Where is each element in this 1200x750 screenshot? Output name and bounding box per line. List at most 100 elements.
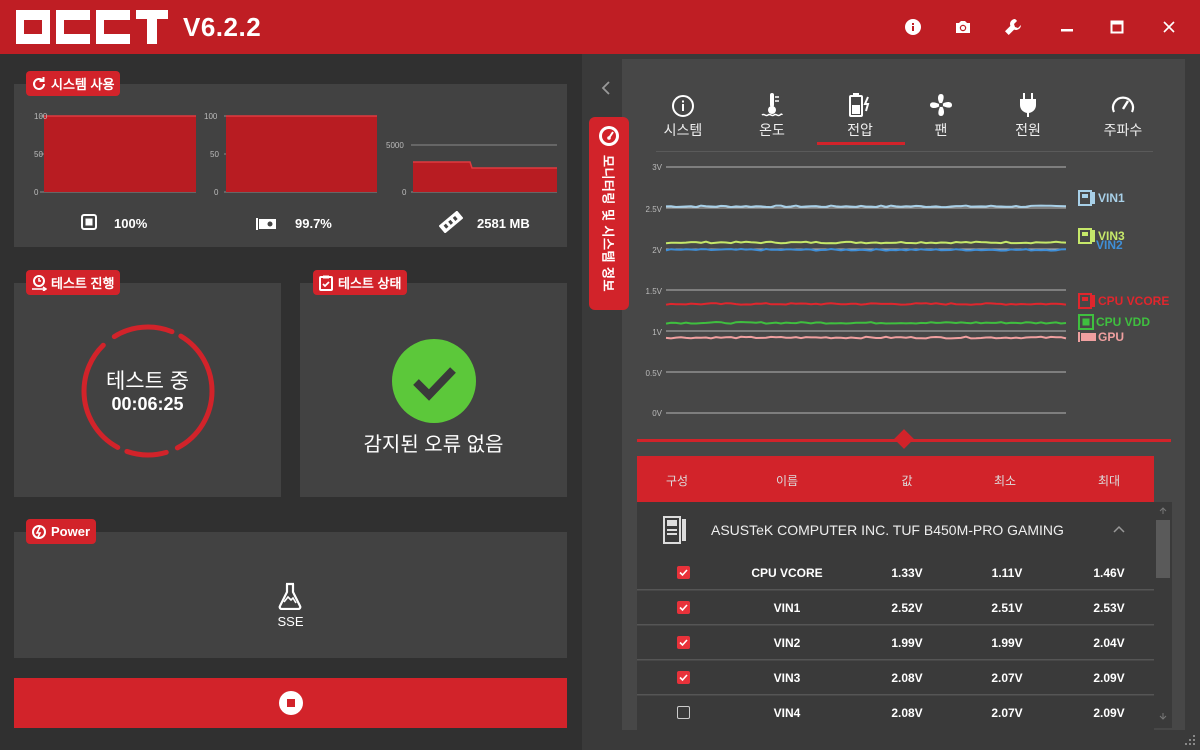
info-icon[interactable] — [898, 12, 928, 42]
tab-voltage-label: 전압 — [847, 122, 873, 138]
gpu-icon — [1078, 332, 1096, 342]
camera-icon[interactable] — [948, 12, 978, 42]
table-row: CPU VCORE 1.33V 1.11V 1.46V — [637, 556, 1154, 590]
test-progress-title: 테스트 진행 — [51, 276, 115, 291]
col-value[interactable]: 값 — [887, 472, 927, 489]
row-checkbox[interactable] — [677, 706, 690, 719]
tab-power[interactable]: 전원 — [993, 92, 1063, 140]
ram-axis-5000: 5000 — [386, 141, 404, 150]
motherboard-icon — [1078, 293, 1095, 309]
gpu-usage-area — [226, 116, 377, 192]
legend-vin1-label: VIN1 — [1098, 191, 1125, 205]
series-line-vin3 — [665, 240, 1067, 245]
tab-system[interactable]: 시스템 — [648, 92, 718, 140]
cpu-icon — [1078, 314, 1094, 330]
row-name: VIN3 — [773, 671, 801, 685]
tab-frequency[interactable]: 주파수 — [1088, 92, 1158, 140]
motherboard-icon — [1078, 190, 1095, 206]
info-icon — [672, 95, 694, 117]
test-progress-tag: 테스트 진행 — [26, 270, 121, 295]
cpu-usage-value: 100% — [114, 216, 148, 231]
system-usage-panel: 100 50 0 100 50 0 5000 0 100% 99.7% 2581… — [14, 84, 567, 247]
row-value: 2.52V — [891, 601, 923, 615]
speedometer-icon — [599, 126, 619, 146]
occt-logo — [16, 10, 168, 49]
tab-fan[interactable]: 팬 — [906, 92, 976, 140]
row-value: 1.33V — [891, 566, 923, 580]
series-line-gpu — [665, 335, 1067, 340]
ram-icon — [439, 210, 463, 238]
y-tick-2-5v: 2.5V — [645, 205, 662, 214]
gauge-icon — [1111, 96, 1135, 113]
y-tick-1v: 1V — [652, 328, 662, 337]
legend-gpu: GPU — [1078, 330, 1124, 344]
gpu-axis-0: 0 — [214, 188, 219, 197]
ram-usage-area — [413, 162, 557, 192]
test-elapsed-time: 00:06:25 — [111, 394, 184, 414]
scrollbar-thumb[interactable] — [1156, 520, 1170, 578]
row-value: 2.08V — [891, 671, 923, 685]
series-line-cpu-vdd — [665, 320, 1067, 325]
gpu-axis-100: 100 — [204, 112, 218, 121]
clipboard-check-icon — [319, 275, 333, 291]
gpu-axis-50: 50 — [210, 150, 219, 159]
maximize-icon[interactable] — [1102, 12, 1132, 42]
row-min: 2.07V — [991, 671, 1023, 685]
row-value: 2.08V — [891, 706, 923, 720]
resize-grip-icon[interactable] — [1184, 734, 1196, 746]
tab-voltage[interactable]: 전압 — [825, 92, 895, 140]
table-row: VIN1 2.52V 2.51V 2.53V — [637, 591, 1154, 625]
wrench-icon[interactable] — [998, 12, 1028, 42]
sensor-table-header: 구성 이름 값 최소 최대 — [637, 456, 1154, 502]
row-max: 2.09V — [1093, 671, 1125, 685]
system-usage-title: 시스템 사용 — [51, 77, 115, 92]
gpu-icon — [256, 217, 276, 235]
table-scrollbar[interactable] — [1154, 502, 1172, 728]
series-line-cpu-vcore — [665, 302, 1067, 306]
row-name: VIN2 — [773, 636, 801, 650]
close-icon[interactable] — [1154, 12, 1184, 42]
legend-vin1: VIN1 — [1078, 190, 1125, 206]
y-tick-0-5v: 0.5V — [645, 369, 662, 378]
tab-fan-label: 팬 — [934, 122, 948, 138]
row-min: 1.11V — [991, 566, 1023, 580]
row-name: CPU VCORE — [751, 566, 823, 580]
stop-test-button[interactable] — [14, 678, 567, 728]
sensor-group-row[interactable]: ASUSTeK COMPUTER INC. TUF B450M-PRO GAMI… — [637, 502, 1154, 556]
scroll-down-icon[interactable] — [1159, 712, 1167, 720]
row-max: 2.04V — [1093, 636, 1125, 650]
tab-frequency-label: 주파수 — [1103, 122, 1143, 138]
row-value: 1.99V — [891, 636, 923, 650]
minimize-icon[interactable] — [1052, 12, 1082, 42]
test-status-tag: 테스트 상태 — [313, 270, 408, 295]
power-cycle-icon — [32, 524, 46, 539]
col-name[interactable]: 이름 — [762, 472, 812, 489]
side-tab-label: 모니터링 및 시스템 정보 — [600, 155, 616, 292]
legend-cpu-vdd-label: CPU VDD — [1096, 315, 1151, 329]
table-row: VIN4 2.08V 2.07V 2.09V — [637, 696, 1154, 730]
col-component[interactable]: 구성 — [657, 472, 697, 489]
row-name: VIN1 — [773, 601, 801, 615]
series-line-vin1 — [665, 204, 1067, 209]
scroll-up-icon[interactable] — [1159, 507, 1167, 515]
row-name: VIN4 — [773, 706, 801, 720]
timer-icon — [32, 274, 47, 291]
row-checkbox[interactable] — [677, 636, 690, 649]
cpu-icon — [81, 214, 97, 235]
row-min: 2.51V — [991, 601, 1023, 615]
col-min[interactable]: 최소 — [985, 472, 1025, 489]
row-checkbox[interactable] — [677, 601, 690, 614]
row-checkbox[interactable] — [677, 566, 690, 579]
plug-icon — [1020, 93, 1036, 117]
collapse-chevron-icon[interactable] — [601, 81, 611, 100]
col-max[interactable]: 최대 — [1089, 472, 1129, 489]
fan-icon — [930, 94, 952, 116]
chevron-up-icon[interactable] — [1113, 525, 1125, 533]
row-checkbox[interactable] — [677, 671, 690, 684]
test-status-text: 테스트 중 — [105, 370, 190, 393]
cpu-usage-area — [44, 116, 196, 192]
tab-temperature[interactable]: 온도 — [737, 92, 807, 140]
cpu-axis-0: 0 — [34, 188, 39, 197]
flask-icon — [278, 582, 302, 610]
table-row: VIN3 2.08V 2.07V 2.09V — [637, 661, 1154, 695]
